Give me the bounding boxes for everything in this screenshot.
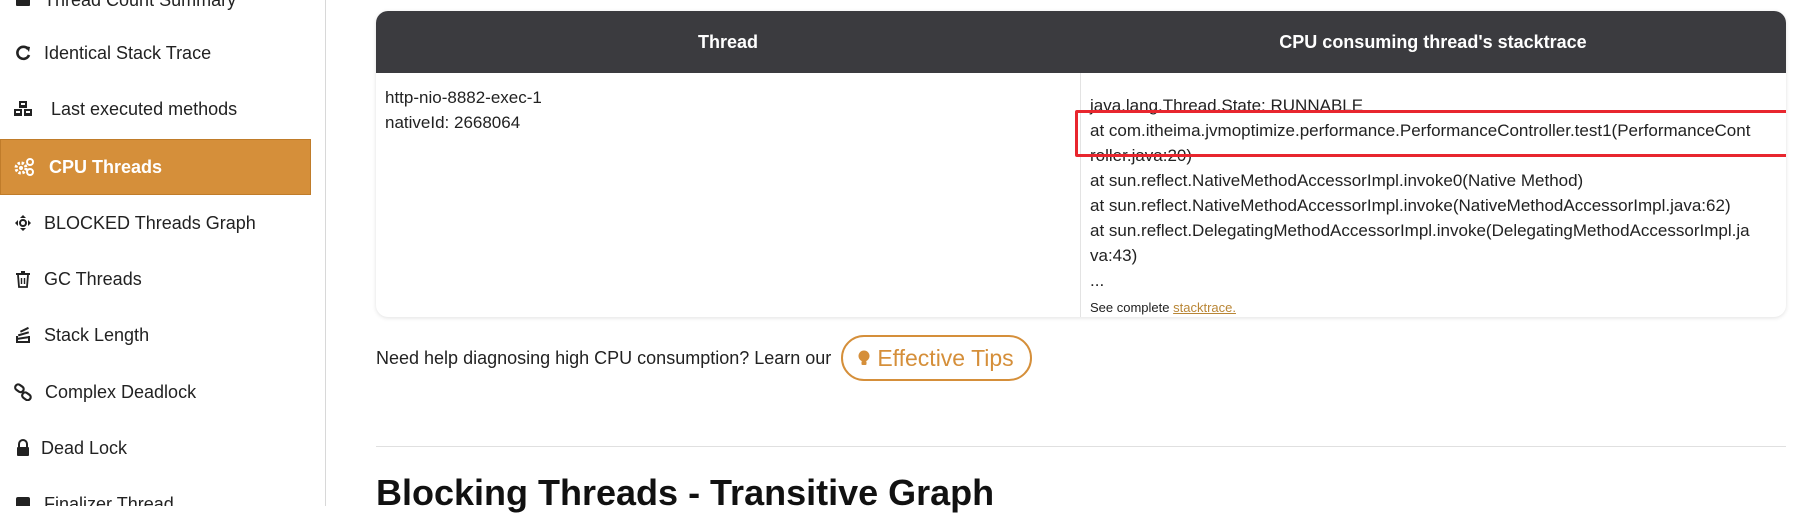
highlight-box [1075, 110, 1786, 157]
sidebar-item-blocked-threads-graph[interactable]: BLOCKED Threads Graph [0, 195, 311, 251]
column-header-stacktrace: CPU consuming thread's stacktrace [1279, 31, 1587, 52]
section-divider [376, 446, 1786, 447]
cubes-icon [12, 98, 34, 120]
sidebar-item-label: GC Threads [44, 268, 142, 289]
stack-line: ... [1090, 271, 1105, 290]
sidebar-item-label: Identical Stack Trace [44, 42, 212, 63]
sidebar-item-gc-threads[interactable]: GC Threads [0, 251, 311, 307]
sidebar-item-label: CPU Threads [49, 156, 163, 177]
sidebar-item-cpu-threads[interactable]: CPU Threads [0, 139, 311, 195]
stack-line: at sun.reflect.NativeMethodAccessorImpl.… [1090, 196, 1731, 215]
table-header: Thread CPU consuming thread's stacktrace [376, 11, 1786, 73]
see-complete-text: See complete stacktrace. [1090, 295, 1780, 317]
sidebar-item-identical-stack-trace[interactable]: Identical Stack Trace [0, 25, 311, 81]
lock-icon [12, 437, 34, 459]
native-id: nativeId: 2668064 [385, 113, 521, 132]
sidebar-item-stack-length[interactable]: Stack Length [0, 307, 311, 363]
sidebar-item-label: Complex Deadlock [45, 381, 197, 402]
thread-name: http-nio-8882-exec-1 [385, 88, 542, 107]
stacktrace-link[interactable]: stacktrace. [1173, 300, 1236, 315]
stack-line: va:43) [1090, 246, 1138, 265]
stack-line: at sun.reflect.DelegatingMethodAccessorI… [1090, 221, 1750, 240]
help-row: Need help diagnosing high CPU consumptio… [376, 335, 1032, 381]
sidebar-item-label: Last executed methods [51, 98, 238, 119]
help-text: Need help diagnosing high CPU consumptio… [376, 347, 832, 368]
effective-tips-button[interactable]: Effective Tips [841, 335, 1032, 381]
square-icon [12, 493, 34, 506]
column-header-thread: Thread [697, 31, 758, 52]
see-complete-prefix: See complete [1090, 300, 1174, 315]
trash-icon [12, 268, 34, 290]
stack-length-icon [12, 324, 34, 346]
sidebar-item-last-executed-methods[interactable]: Last executed methods [0, 81, 311, 137]
link-icon [12, 381, 34, 403]
sidebar: Thread Count Summary Identical Stack Tra… [0, 0, 326, 506]
sidebar-item-finalizer-thread[interactable]: Finalizer Thread [0, 476, 311, 506]
sidebar-item-label: Thread Count Summary [44, 0, 236, 11]
sidebar-item-complex-deadlock[interactable]: Complex Deadlock [0, 364, 311, 420]
effective-tips-label: Effective Tips [877, 344, 1014, 371]
cpu-threads-table: Thread CPU consuming thread's stacktrace… [376, 11, 1786, 317]
section-title: Blocking Threads - Transitive Graph [376, 472, 995, 513]
lightbulb-icon [857, 349, 871, 367]
stack-icon [12, 0, 34, 11]
sidebar-item-label: Dead Lock [41, 437, 128, 458]
main-content: Thread CPU consuming thread's stacktrace… [376, 0, 1791, 513]
stack-line: at sun.reflect.NativeMethodAccessorImpl.… [1090, 171, 1584, 190]
refresh-icon [12, 42, 34, 64]
sidebar-item-label: Stack Length [44, 324, 150, 345]
sidebar-item-label: Finalizer Thread [44, 493, 174, 507]
sidebar-item-thread-count-summary[interactable]: Thread Count Summary [0, 0, 311, 28]
gears-icon [13, 156, 35, 178]
sidebar-item-label: BLOCKED Threads Graph [44, 212, 256, 233]
thread-cell: http-nio-8882-exec-1 nativeId: 2668064 [385, 85, 542, 135]
sidebar-item-dead-lock[interactable]: Dead Lock [0, 420, 311, 476]
move-icon [12, 212, 34, 234]
